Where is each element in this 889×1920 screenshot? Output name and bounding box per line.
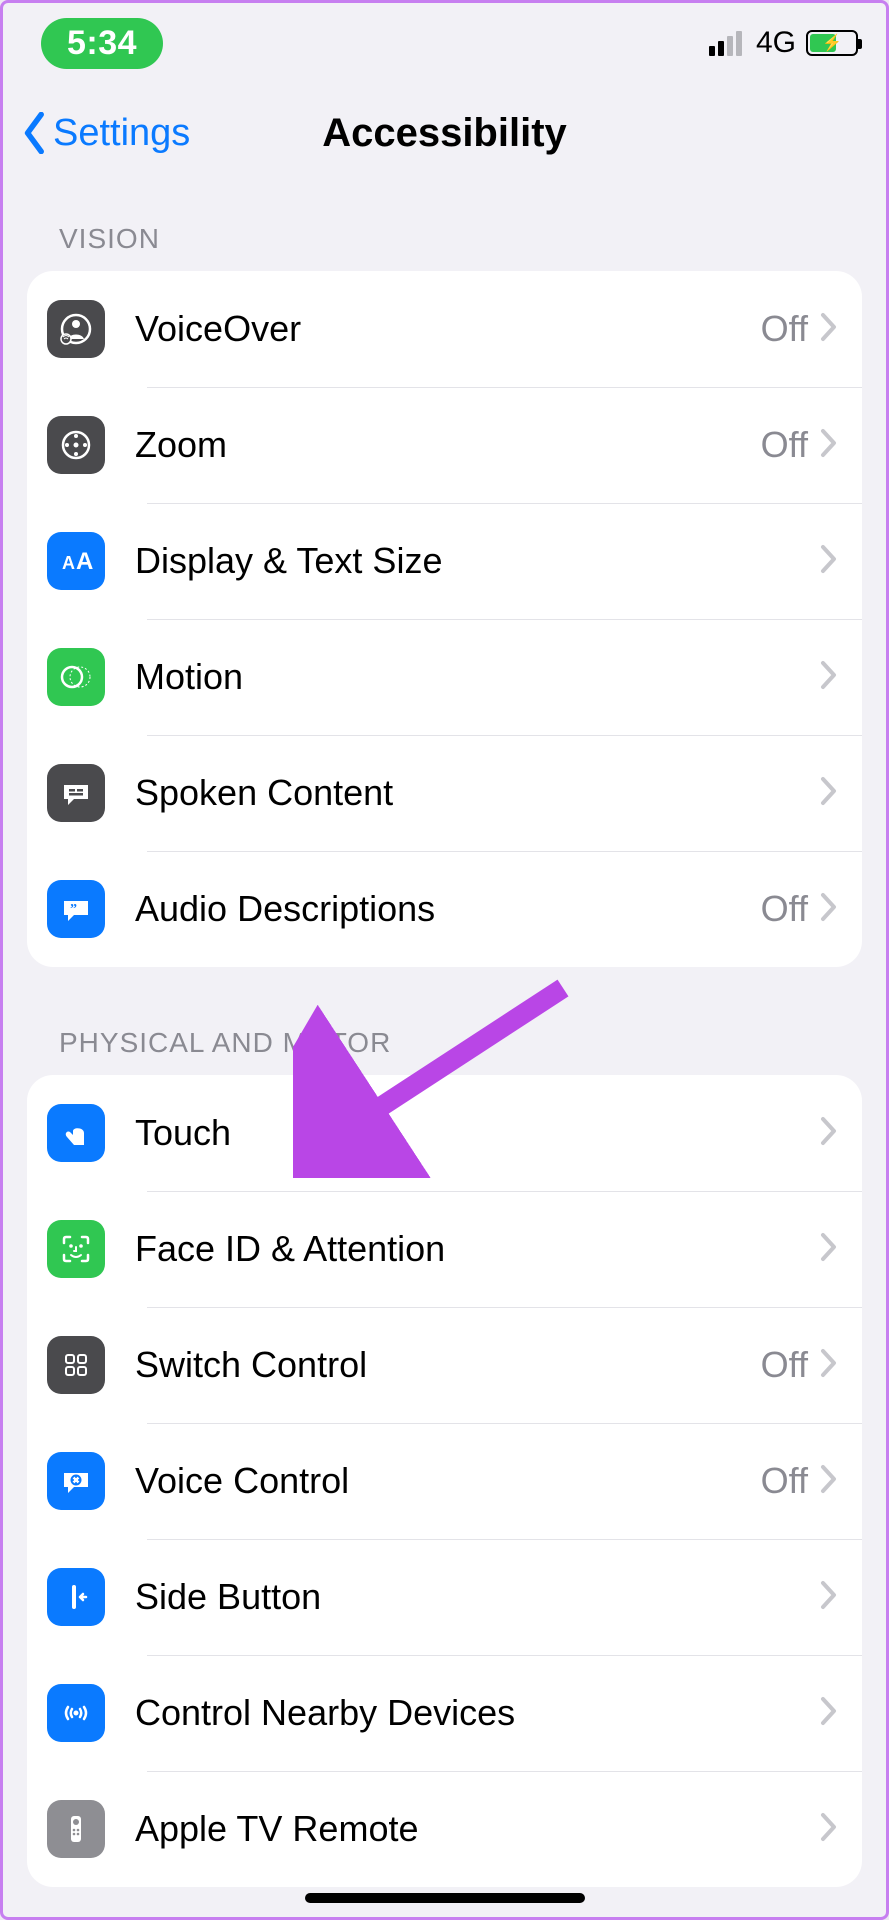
zoom-icon xyxy=(47,416,105,474)
row-label: Motion xyxy=(135,656,808,698)
status-bar: 5:34 4G ⚡ xyxy=(3,3,886,83)
row-label: VoiceOver xyxy=(135,308,761,350)
motion-icon xyxy=(47,648,105,706)
chevron-right-icon xyxy=(820,1116,838,1151)
svg-text:A: A xyxy=(76,548,93,575)
chevron-right-icon xyxy=(820,660,838,695)
section-header-vision: VISION xyxy=(27,223,862,271)
row-label: Touch xyxy=(135,1112,808,1154)
cellular-signal-icon xyxy=(709,31,742,56)
row-zoom[interactable]: Zoom Off xyxy=(27,387,862,503)
apple-tv-remote-icon xyxy=(47,1800,105,1858)
svg-text:A: A xyxy=(62,553,75,573)
row-label: Spoken Content xyxy=(135,772,808,814)
row-value: Off xyxy=(761,1344,808,1386)
page-title: Accessibility xyxy=(322,111,567,156)
chevron-right-icon xyxy=(820,1580,838,1615)
row-value: Off xyxy=(761,424,808,466)
chevron-right-icon xyxy=(820,776,838,811)
network-type-label: 4G xyxy=(756,26,796,60)
spoken-content-icon xyxy=(47,764,105,822)
touch-icon xyxy=(47,1104,105,1162)
back-label: Settings xyxy=(53,112,190,155)
audio-descriptions-icon: ” xyxy=(47,880,105,938)
text-size-icon: AA xyxy=(47,532,105,590)
row-value: Off xyxy=(761,308,808,350)
row-control-nearby-devices[interactable]: Control Nearby Devices xyxy=(27,1655,862,1771)
row-apple-tv-remote[interactable]: Apple TV Remote xyxy=(27,1771,862,1887)
row-audio-descriptions[interactable]: ” Audio Descriptions Off xyxy=(27,851,862,967)
row-value: Off xyxy=(761,888,808,930)
row-label: Switch Control xyxy=(135,1344,761,1386)
chevron-right-icon xyxy=(820,544,838,579)
nav-bar: Settings Accessibility xyxy=(3,83,886,183)
chevron-right-icon xyxy=(820,1696,838,1731)
voice-control-icon xyxy=(47,1452,105,1510)
row-side-button[interactable]: Side Button xyxy=(27,1539,862,1655)
switch-control-icon xyxy=(47,1336,105,1394)
row-label: Audio Descriptions xyxy=(135,888,761,930)
voiceover-icon xyxy=(47,300,105,358)
back-button[interactable]: Settings xyxy=(21,112,190,155)
row-label: Control Nearby Devices xyxy=(135,1692,808,1734)
nearby-devices-icon xyxy=(47,1684,105,1742)
row-display-text-size[interactable]: AA Display & Text Size xyxy=(27,503,862,619)
row-value: Off xyxy=(761,1460,808,1502)
row-faceid-attention[interactable]: Face ID & Attention xyxy=(27,1191,862,1307)
physical-card: Touch Face ID & Attention Switch Control… xyxy=(27,1075,862,1887)
chevron-right-icon xyxy=(820,428,838,463)
vision-card: VoiceOver Off Zoom Off AA Display & Text… xyxy=(27,271,862,967)
faceid-icon xyxy=(47,1220,105,1278)
row-touch[interactable]: Touch xyxy=(27,1075,862,1191)
chevron-left-icon xyxy=(21,112,49,154)
section-header-physical: PHYSICAL AND MOTOR xyxy=(27,1027,862,1075)
row-label: Apple TV Remote xyxy=(135,1808,808,1850)
row-label: Display & Text Size xyxy=(135,540,808,582)
row-voice-control[interactable]: Voice Control Off xyxy=(27,1423,862,1539)
row-spoken-content[interactable]: Spoken Content xyxy=(27,735,862,851)
battery-charging-icon: ⚡ xyxy=(806,30,858,56)
chevron-right-icon xyxy=(820,1232,838,1267)
chevron-right-icon xyxy=(820,1812,838,1847)
row-motion[interactable]: Motion xyxy=(27,619,862,735)
home-indicator[interactable] xyxy=(305,1893,585,1903)
chevron-right-icon xyxy=(820,892,838,927)
svg-text:”: ” xyxy=(70,902,77,917)
status-time-pill: 5:34 xyxy=(41,18,163,69)
row-label: Side Button xyxy=(135,1576,808,1618)
row-label: Voice Control xyxy=(135,1460,761,1502)
chevron-right-icon xyxy=(820,1348,838,1383)
chevron-right-icon xyxy=(820,312,838,347)
row-voiceover[interactable]: VoiceOver Off xyxy=(27,271,862,387)
chevron-right-icon xyxy=(820,1464,838,1499)
row-label: Face ID & Attention xyxy=(135,1228,808,1270)
row-label: Zoom xyxy=(135,424,761,466)
row-switch-control[interactable]: Switch Control Off xyxy=(27,1307,862,1423)
side-button-icon xyxy=(47,1568,105,1626)
